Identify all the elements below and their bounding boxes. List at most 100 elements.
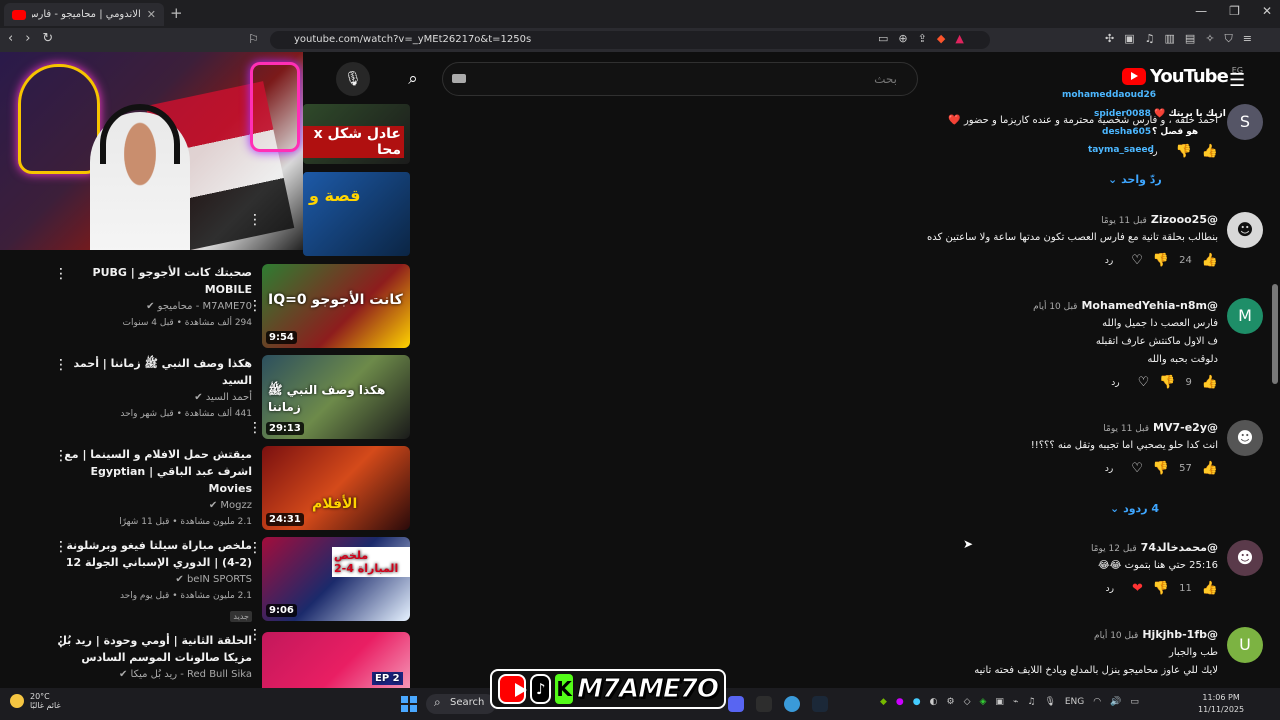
share-icon[interactable]: ⇪: [918, 32, 927, 45]
comment-options-icon[interactable]: ⋮: [248, 627, 262, 643]
zoom-icon[interactable]: ⊕: [898, 32, 907, 45]
comment-time[interactable]: قبل 12 يومًا: [1091, 544, 1137, 554]
recommended-video[interactable]: EP 2 الحلقة الثانية | أومي وحودة | ريد ب…: [30, 632, 412, 688]
guide-menu-icon[interactable]: ☰: [1229, 70, 1245, 91]
video-thumbnail[interactable]: IQ=0 كانت الأجوجو 9:54: [262, 264, 410, 348]
new-tab-button[interactable]: +: [170, 4, 183, 22]
more-options-icon[interactable]: ⋮: [54, 448, 68, 464]
avatar[interactable]: ☻: [1227, 212, 1263, 248]
more-options-icon[interactable]: ⋮: [54, 539, 68, 555]
video-title[interactable]: الحلقة الثانية | أومي وحودة | ريد بُل مز…: [52, 632, 252, 666]
volume-icon[interactable]: 🔊: [1110, 697, 1121, 707]
steam-icon[interactable]: [812, 696, 828, 712]
screenshot-icon[interactable]: ▣: [1124, 32, 1134, 46]
channel-name[interactable]: M7AME70 - محاميجو ✔: [52, 298, 252, 315]
brave-shield-icon[interactable]: ◆: [937, 32, 945, 45]
avatar[interactable]: ☻: [1227, 420, 1263, 456]
close-tab-icon[interactable]: ✕: [147, 8, 156, 21]
recommended-video[interactable]: IQ=0 كانت الأجوجو 9:54 صحبتك كانت الأجوج…: [30, 264, 412, 352]
taskbar-clock[interactable]: 11:06 PM 11/11/2025: [1198, 692, 1244, 716]
more-options-icon[interactable]: ⋮: [54, 266, 68, 282]
heart-icon[interactable]: ♡: [1138, 375, 1150, 390]
keyboard-icon[interactable]: [452, 74, 466, 83]
video-thumbnail[interactable]: هكذا وصف النبي ﷺ زماننا 29:13: [262, 355, 410, 439]
dislike-icon[interactable]: 👎: [1153, 461, 1169, 476]
sidebar-icon[interactable]: ▥: [1165, 32, 1175, 46]
tray-app-icon[interactable]: ⚙: [947, 697, 955, 707]
close-window-icon[interactable]: ✕: [1262, 4, 1272, 18]
leo-icon[interactable]: ✧: [1205, 32, 1214, 46]
channel-name[interactable]: أحمد السيد ✔: [52, 389, 252, 406]
youtube-logo[interactable]: YouTube EG: [1122, 66, 1243, 87]
language-indicator[interactable]: ENG: [1065, 697, 1084, 707]
reload-icon[interactable]: ↻: [42, 31, 53, 46]
avatar[interactable]: U: [1227, 627, 1263, 663]
minimize-icon[interactable]: —: [1195, 4, 1207, 18]
tray-app-icon[interactable]: ▣: [995, 697, 1004, 707]
recommended-video[interactable]: هكذا وصف النبي ﷺ زماننا 29:13 هكذا وصف ا…: [30, 355, 412, 443]
comment-author[interactable]: @MohamedYehia-n8m: [1081, 299, 1218, 312]
taskbar-search[interactable]: Search: [426, 694, 496, 714]
recommended-video[interactable]: ملخص المباراة 4-2 9:06 ملخص مباراة سيلتا…: [30, 537, 412, 625]
creator-heart-icon[interactable]: ❤: [1132, 581, 1143, 596]
video-thumbnail[interactable]: EP 2: [262, 632, 410, 688]
comment-time[interactable]: قبل 10 أيام: [1033, 302, 1077, 312]
avatar[interactable]: S: [1227, 104, 1263, 140]
view-replies-button[interactable]: 4 ردود ⌄: [1110, 502, 1159, 515]
comment-options-icon[interactable]: ⋮: [248, 540, 262, 556]
tray-app-icon[interactable]: 🎙: [1044, 697, 1055, 707]
comment-options-icon[interactable]: ⋮: [248, 212, 262, 228]
menu-icon[interactable]: ≡: [1243, 32, 1252, 46]
more-options-icon[interactable]: ⋮: [54, 634, 68, 650]
start-button-icon[interactable]: [401, 696, 417, 712]
discord-icon[interactable]: [728, 696, 744, 712]
dislike-icon[interactable]: 👎: [1159, 375, 1175, 390]
like-icon[interactable]: 👍: [1202, 461, 1218, 476]
comment-options-icon[interactable]: ⋮: [248, 298, 262, 314]
scrollbar-thumb[interactable]: [1272, 284, 1278, 384]
search-input[interactable]: [443, 63, 917, 95]
like-icon[interactable]: 👍: [1202, 144, 1218, 159]
scrollbar[interactable]: [1270, 104, 1280, 688]
tray-app-icon[interactable]: ●: [896, 697, 904, 707]
reply-button[interactable]: رد: [1106, 584, 1114, 594]
rewards-icon[interactable]: ▲: [955, 32, 963, 45]
back-icon[interactable]: ‹: [8, 31, 13, 46]
like-icon[interactable]: 👍: [1202, 375, 1218, 390]
wifi-icon[interactable]: ◠: [1093, 697, 1101, 707]
video-thumbnail[interactable]: ملخص المباراة 4-2 9:06: [262, 537, 410, 621]
comment-author[interactable]: @MV7-e2y: [1153, 421, 1218, 434]
dislike-icon[interactable]: 👎: [1153, 581, 1169, 596]
avatar[interactable]: ☻: [1227, 540, 1263, 576]
comment-time[interactable]: قبل 10 أيام: [1094, 631, 1138, 641]
browser-icon[interactable]: [784, 696, 800, 712]
comment-author[interactable]: @محمدخالد74: [1141, 541, 1218, 554]
channel-name[interactable]: Mogzz ✔: [52, 497, 252, 514]
reply-button[interactable]: رد: [1111, 378, 1119, 388]
heart-icon[interactable]: ♡: [1131, 461, 1143, 476]
video-title[interactable]: ملخص مباراة سيلتا فيغو وبرشلونة (2-4) | …: [52, 537, 252, 571]
extensions-icon[interactable]: ✣: [1105, 32, 1114, 46]
comment-time[interactable]: قبل 11 يومًا: [1103, 424, 1149, 434]
video-title[interactable]: صحبتك كانت الأجوجو | PUBG MOBILE: [52, 264, 252, 298]
reply-button[interactable]: رد: [1105, 464, 1113, 474]
more-options-icon[interactable]: ⋮: [54, 357, 68, 373]
terminal-icon[interactable]: [756, 696, 772, 712]
video-title[interactable]: هكذا وصف النبي ﷺ زماننا | أحمد السيد: [52, 355, 252, 389]
heart-icon[interactable]: ♡: [1131, 253, 1143, 268]
view-replies-button[interactable]: ردّ واحد ⌄: [1108, 173, 1162, 186]
weather-widget[interactable]: 20°C غائم غالبًا: [10, 692, 61, 710]
tray-app-icon[interactable]: ◐: [930, 697, 938, 707]
dislike-icon[interactable]: 👎: [1153, 253, 1169, 268]
comment-author[interactable]: @Hjkjhb-1fb: [1142, 628, 1218, 641]
like-icon[interactable]: 👍: [1202, 581, 1218, 596]
forward-icon[interactable]: ›: [25, 31, 30, 46]
search-icon[interactable]: ⌕: [394, 62, 432, 96]
bookmark-icon[interactable]: ⚐: [248, 32, 259, 46]
recommended-video[interactable]: الأفلام 24:31 ميقتش حمل الافلام و السينم…: [30, 446, 412, 534]
channel-name[interactable]: beIN SPORTS ✔: [52, 571, 252, 588]
tray-app-icon[interactable]: ⌁: [1013, 697, 1018, 707]
tray-app-icon[interactable]: ◈: [980, 697, 987, 707]
vpn-icon[interactable]: ⛉: [1225, 32, 1233, 46]
restore-icon[interactable]: ❐: [1229, 4, 1240, 18]
